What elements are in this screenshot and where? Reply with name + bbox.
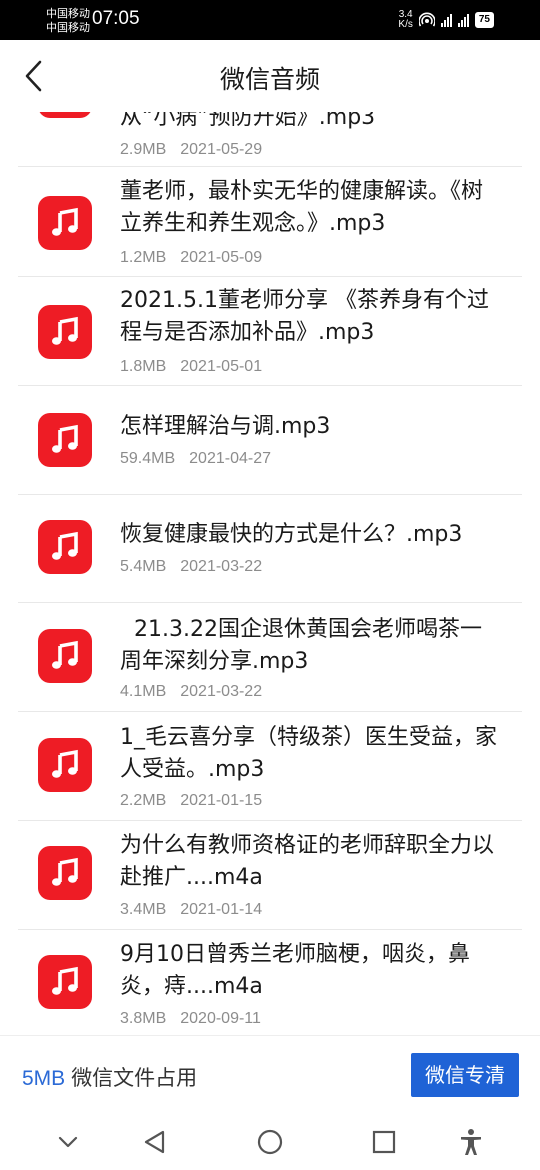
status-bar: 中国移动 中国移动 07:05 3.4 K/s 75 (0, 0, 540, 40)
list-item[interactable]: 怎样理解治与调.mp3 59.4MB 2021-04-27 (0, 385, 540, 495)
file-size: 2.9MB (120, 141, 167, 158)
carrier-2: 中国移动 (46, 21, 90, 34)
file-meta: 4.1MB 2021-03-22 (120, 683, 262, 701)
list-item[interactable]: 21.3.22国企退休黄国会老师喝茶一周年深刻分享.mp3 4.1MB 2021-… (0, 603, 540, 712)
carrier-info: 中国移动 中国移动 (46, 7, 90, 35)
music-file-icon (38, 520, 92, 574)
file-name: 21.3.22国企退休黄国会老师喝茶一周年深刻分享.mp3 (120, 617, 482, 674)
music-file-icon (38, 196, 92, 250)
list-item[interactable]: 2021.5.1董老师分享 《茶养身有个过程与是否添加补品》.mp3 1.8MB… (0, 276, 540, 386)
nav-accessibility-button[interactable] (456, 1127, 486, 1157)
carrier-1: 中国移动 (46, 7, 90, 20)
square-recents-icon (372, 1130, 396, 1154)
file-meta: 1.2MB 2021-05-09 (120, 249, 262, 267)
file-date: 2021-01-14 (180, 901, 263, 918)
music-file-icon (38, 413, 92, 467)
file-size: 4.1MB (120, 683, 167, 700)
file-name: 从“小病”预防开始》.mp3 (120, 112, 376, 130)
page-title: 微信音频 (219, 65, 320, 94)
signal-icon-2 (457, 13, 469, 27)
file-date: 2021-05-09 (180, 249, 263, 266)
clock: 07:05 (92, 8, 140, 29)
net-speed: 3.4 K/s (398, 9, 413, 30)
file-meta: 2.2MB 2021-01-15 (120, 792, 262, 810)
audio-file-list: 从“小病”预防开始》.mp3 2.9MB 2021-05-29 董老师，最朴实无华… (0, 112, 540, 1035)
list-item[interactable]: 为什么有教师资格证的老师辞职全力以赴推广....m4a 3.4MB 2021-01… (0, 821, 540, 930)
file-name: 为什么有教师资格证的老师辞职全力以赴推广....m4a (120, 833, 495, 890)
circle-home-icon (257, 1129, 283, 1155)
file-name: 董老师，最朴实无华的健康解读。《树立养生和养生观念。》.mp3 (120, 179, 484, 236)
file-name: 恢复健康最快的方式是什么？.mp3 (120, 522, 463, 547)
music-file-icon (38, 112, 92, 118)
file-size: 3.8MB (120, 1010, 167, 1027)
music-file-icon (38, 738, 92, 792)
file-date: 2020-09-11 (180, 1010, 261, 1027)
list-item[interactable]: 恢复健康最快的方式是什么？.mp3 5.4MB 2021-03-22 (0, 494, 540, 603)
file-size: 2.2MB (120, 792, 167, 809)
music-file-icon (38, 629, 92, 683)
nav-home-button[interactable] (255, 1127, 285, 1157)
file-name: 9月10日曾秀兰老师脑梗，咽炎，鼻炎，痔....m4a (120, 942, 470, 999)
storage-label: 微信文件占用 (71, 1066, 198, 1090)
storage-size: 5MB (22, 1067, 66, 1090)
file-size: 5.4MB (120, 558, 167, 575)
battery-icon: 75 (474, 12, 494, 28)
triangle-back-icon (144, 1130, 165, 1154)
file-date: 2021-04-27 (189, 450, 271, 467)
file-name: 1_毛云喜分享（特级茶）医生受益，家人受益。.mp3 (120, 725, 497, 782)
list-item[interactable]: 1_毛云喜分享（特级茶）医生受益，家人受益。.mp3 2.2MB 2021-01-… (0, 712, 540, 821)
chevron-down-icon (58, 1136, 78, 1148)
system-nav-bar (0, 1115, 540, 1170)
file-size: 1.8MB (120, 358, 167, 375)
list-item[interactable]: 董老师，最朴实无华的健康解读。《树立养生和养生观念。》.mp3 1.2MB 202… (0, 167, 540, 277)
file-meta: 3.4MB 2021-01-14 (120, 901, 262, 919)
accessibility-icon (461, 1129, 481, 1155)
file-date: 2021-01-15 (180, 792, 263, 809)
file-name: 怎样理解治与调.mp3 (120, 414, 331, 439)
signal-icon-1 (440, 13, 452, 27)
music-file-icon (38, 846, 92, 900)
file-meta: 5.4MB 2021-03-22 (120, 558, 262, 576)
status-icons: 3.4 K/s 75 (398, 10, 494, 30)
file-meta: 3.8MB 2020-09-11 (120, 1010, 261, 1028)
storage-bar: 5MB 微信文件占用 微信专清 (0, 1035, 540, 1116)
wechat-clean-button[interactable]: 微信专清 (411, 1053, 519, 1097)
nav-back-button[interactable] (140, 1127, 170, 1157)
nav-recents-button[interactable] (369, 1127, 399, 1157)
file-meta: 1.8MB 2021-05-01 (120, 358, 262, 376)
hotspot-icon (418, 12, 435, 27)
file-date: 2021-03-22 (180, 558, 263, 575)
file-size: 59.4MB (120, 450, 176, 467)
file-name: 2021.5.1董老师分享 《茶养身有个过程与是否添加补品》.mp3 (120, 288, 489, 345)
music-file-icon (38, 955, 92, 1009)
top-bar: 微信音频 (0, 40, 540, 112)
music-file-icon (38, 305, 92, 359)
list-item[interactable]: 从“小病”预防开始》.mp3 2.9MB 2021-05-29 (0, 112, 540, 167)
storage-info: 5MB 微信文件占用 (22, 1062, 197, 1092)
file-size: 1.2MB (120, 249, 167, 266)
file-size: 3.4MB (120, 901, 167, 918)
file-date: 2021-05-01 (180, 358, 263, 375)
list-item[interactable]: 9月10日曾秀兰老师脑梗，咽炎，鼻炎，痔....m4a 3.8MB 2020-09… (0, 930, 540, 1035)
file-meta: 2.9MB 2021-05-29 (120, 141, 262, 159)
file-date: 2021-03-22 (180, 683, 263, 700)
nav-hide-button[interactable] (53, 1127, 83, 1157)
file-date: 2021-05-29 (180, 141, 263, 158)
file-meta: 59.4MB 2021-04-27 (120, 450, 271, 468)
